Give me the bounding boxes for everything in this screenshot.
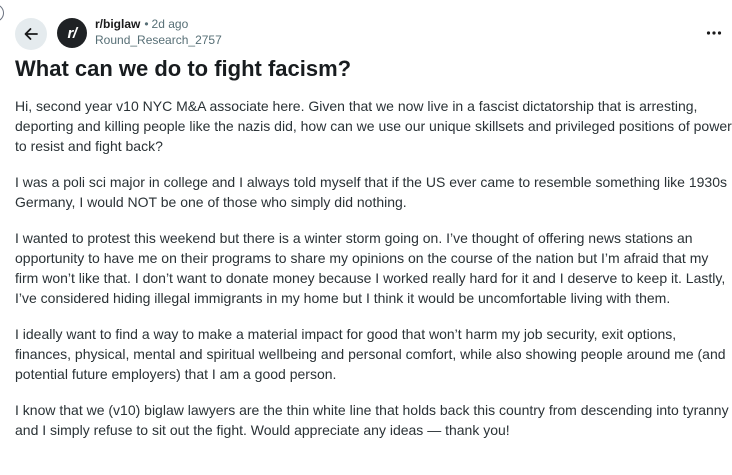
body-paragraph: I ideally want to find a way to make a m… [15,326,726,382]
post-page: r/ r/biglaw • 2d ago Round_Research_2757… [0,0,732,475]
post-meta: r/biglaw • 2d ago Round_Research_2757 [95,16,222,48]
body-paragraph: Hi, second year v10 NYC M&A associate he… [15,98,732,154]
post-age: 2d ago [151,17,189,31]
overflow-menu-button[interactable] [703,22,725,44]
body-paragraph: I know that we (v10) biglaw lawyers are … [15,402,729,438]
subreddit-link[interactable]: r/biglaw [95,16,140,32]
post-body: Hi, second year v10 NYC M&A associate he… [15,96,732,456]
arrow-left-icon [24,28,38,40]
subreddit-avatar[interactable]: r/ [57,18,87,48]
post-title: What can we do to fight facism? [15,56,352,81]
body-paragraph: I was a poli sci major in college and I … [15,174,727,210]
body-paragraph: I wanted to protest this weekend but the… [15,230,726,306]
meta-separator: • [144,17,149,31]
author-link[interactable]: Round_Research_2757 [95,33,222,47]
more-horizontal-icon [706,31,722,35]
post-header: r/ r/biglaw • 2d ago Round_Research_2757 [15,16,725,50]
avatar-text: r/ [67,24,77,42]
back-button[interactable] [15,18,47,50]
partial-circle-icon [0,4,4,22]
